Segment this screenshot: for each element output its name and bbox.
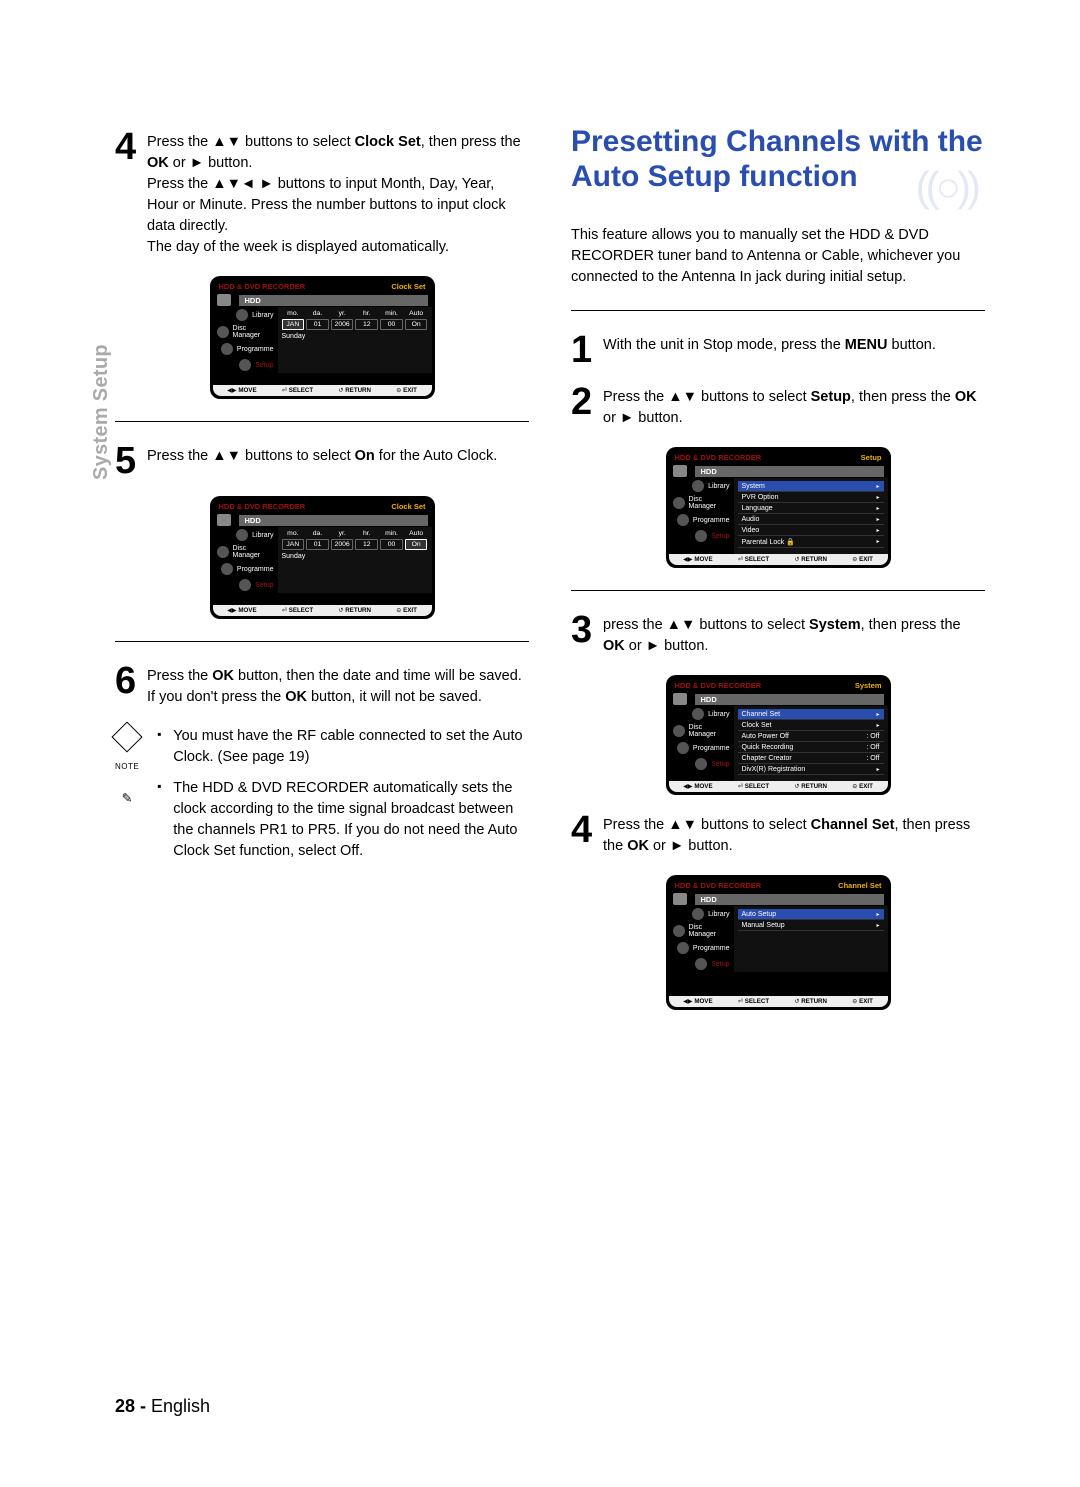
nav-return: ↺ RETURN bbox=[338, 387, 371, 394]
right-column: Presetting Channels with the Auto Setup … bbox=[571, 130, 985, 1020]
step-number: 6 bbox=[115, 664, 137, 708]
step-5: 5 Press the ▲▼ buttons to select On for … bbox=[115, 444, 529, 478]
nav-move: ◀▶ MOVE bbox=[227, 387, 256, 394]
divider bbox=[115, 421, 529, 422]
step-text: With the unit in Stop mode, press the ME… bbox=[603, 333, 936, 367]
page-footer: 28 - English bbox=[115, 1396, 210, 1417]
step-number: 4 bbox=[571, 813, 593, 857]
updown-icon: ▲▼ bbox=[212, 448, 241, 464]
note-icon: ✎ NOTE bbox=[115, 726, 139, 872]
nav-select: ⏎ SELECT bbox=[282, 387, 313, 394]
step-1: 1 With the unit in Stop mode, press the … bbox=[571, 333, 985, 367]
osd-screenshot-setup: HDD & DVD RECORDERSetup HDD Library Disc… bbox=[666, 447, 891, 568]
step-text: Press the ▲▼ buttons to select Setup, th… bbox=[603, 385, 985, 429]
divider bbox=[115, 641, 529, 642]
note-item: The HDD & DVD RECORDER automatically set… bbox=[157, 778, 529, 862]
osd-screenshot-clock-1: HDD & DVD RECORDERClock Set HDD Library … bbox=[210, 276, 435, 399]
updown-icon: ▲▼ bbox=[667, 617, 696, 633]
chapter-side-tab: System Setup bbox=[90, 344, 113, 480]
hdd-icon bbox=[217, 294, 231, 306]
dpad-icon: ▲▼◄ ► bbox=[212, 176, 273, 192]
step-4: 4 Press the ▲▼ buttons to select Clock S… bbox=[115, 130, 529, 258]
nav-exit: ⊖ EXIT bbox=[396, 387, 417, 394]
decorative-icon: ((○)) bbox=[916, 162, 977, 212]
step-number: 1 bbox=[571, 333, 593, 367]
divider bbox=[571, 590, 985, 591]
manual-page: System Setup 4 Press the ▲▼ buttons to s… bbox=[0, 0, 1080, 1487]
osd-screenshot-channel-set: HDD & DVD RECORDERChannel Set HDD Librar… bbox=[666, 875, 891, 1010]
intro-paragraph: This feature allows you to manually set … bbox=[571, 225, 985, 288]
osd-screenshot-system: HDD & DVD RECORDERSystem HDD Library Dis… bbox=[666, 675, 891, 795]
step-text: press the ▲▼ buttons to select System, t… bbox=[603, 613, 985, 657]
left-column: 4 Press the ▲▼ buttons to select Clock S… bbox=[115, 130, 529, 1020]
hdd-icon bbox=[673, 693, 687, 705]
updown-icon: ▲▼ bbox=[668, 389, 697, 405]
step-6: 6 Press the OK button, then the date and… bbox=[115, 664, 529, 708]
divider bbox=[571, 310, 985, 311]
step-3: 3 press the ▲▼ buttons to select System,… bbox=[571, 613, 985, 657]
step-number: 2 bbox=[571, 385, 593, 429]
hdd-icon bbox=[217, 514, 231, 526]
step-text: Press the ▲▼ buttons to select On for th… bbox=[147, 444, 497, 478]
right-icon: ► bbox=[646, 638, 660, 654]
two-column-layout: 4 Press the ▲▼ buttons to select Clock S… bbox=[115, 130, 985, 1020]
step-number: 5 bbox=[115, 444, 137, 478]
updown-icon: ▲▼ bbox=[212, 134, 241, 150]
updown-icon: ▲▼ bbox=[668, 817, 697, 833]
note-list: You must have the RF cable connected to … bbox=[157, 726, 529, 872]
right-icon: ► bbox=[670, 838, 684, 854]
hdd-icon bbox=[673, 465, 687, 477]
step-text: Press the ▲▼ buttons to select Channel S… bbox=[603, 813, 985, 857]
step-number: 3 bbox=[571, 613, 593, 657]
right-icon: ► bbox=[190, 155, 204, 171]
step-2: 2 Press the ▲▼ buttons to select Setup, … bbox=[571, 385, 985, 429]
note-block: ✎ NOTE You must have the RF cable connec… bbox=[115, 726, 529, 872]
step-number: 4 bbox=[115, 130, 137, 258]
hdd-icon bbox=[673, 893, 687, 905]
step-text: Press the OK button, then the date and t… bbox=[147, 664, 529, 708]
right-icon: ► bbox=[620, 410, 634, 426]
step-text: Press the ▲▼ buttons to select Clock Set… bbox=[147, 130, 529, 258]
section-heading: Presetting Channels with the Auto Setup … bbox=[571, 124, 985, 195]
step-4b: 4 Press the ▲▼ buttons to select Channel… bbox=[571, 813, 985, 857]
osd-screenshot-clock-2: HDD & DVD RECORDERClock Set HDD Library … bbox=[210, 496, 435, 619]
note-item: You must have the RF cable connected to … bbox=[157, 726, 529, 768]
